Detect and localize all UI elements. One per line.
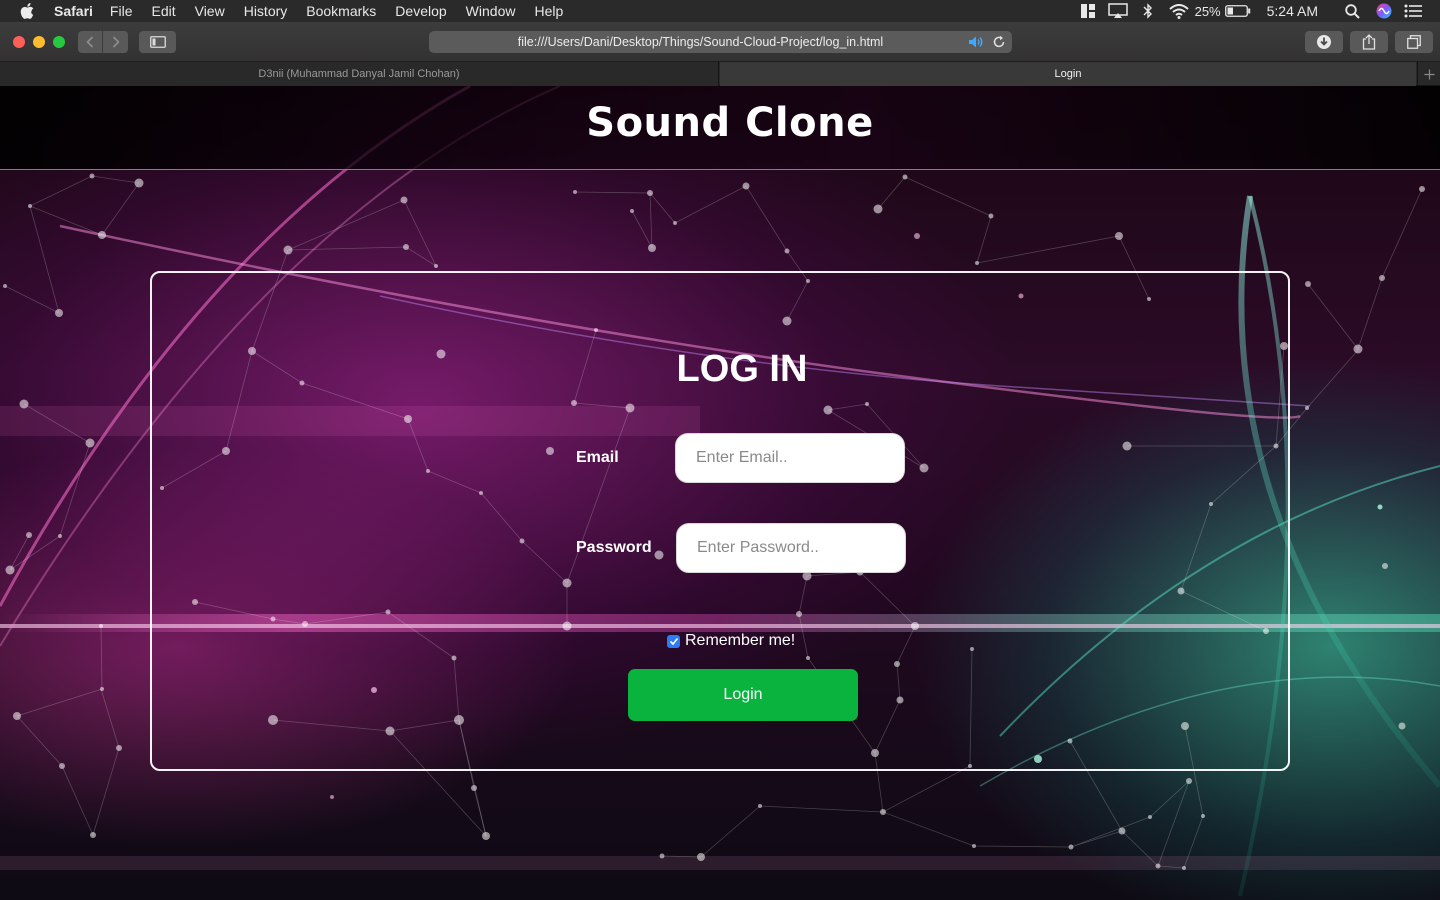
tab-label: D3nii (Muhammad Danyal Jamil Chohan) <box>258 68 460 80</box>
minimize-window-button[interactable] <box>33 36 45 48</box>
password-label: Password <box>576 539 652 556</box>
menu-bookmarks[interactable]: Bookmarks <box>306 3 376 19</box>
share-button[interactable] <box>1350 31 1388 53</box>
web-page: Sound Clone LOG IN Email Password Rememb… <box>0 86 1440 900</box>
checkmark-icon <box>669 637 678 645</box>
password-input[interactable] <box>676 523 906 573</box>
bluetooth-icon[interactable] <box>1133 0 1163 22</box>
tab-login[interactable]: Login <box>720 62 1416 86</box>
reload-icon[interactable] <box>992 35 1006 52</box>
forward-button[interactable] <box>103 31 128 53</box>
login-button[interactable]: Login <box>628 669 858 721</box>
menu-history[interactable]: History <box>244 3 288 19</box>
remember-me-label[interactable]: Remember me! <box>685 632 795 650</box>
download-icon <box>1317 35 1331 49</box>
menu-view[interactable]: View <box>195 3 225 19</box>
battery-icon[interactable] <box>1221 0 1255 22</box>
apple-icon[interactable] <box>20 3 38 19</box>
downloads-button[interactable] <box>1305 31 1343 53</box>
menu-file[interactable]: File <box>110 3 133 19</box>
site-header: Sound Clone <box>0 86 1440 170</box>
sidebar-toggle-button[interactable] <box>139 31 176 53</box>
tabs-overview-icon <box>1407 35 1421 49</box>
fullscreen-window-button[interactable] <box>53 36 65 48</box>
sidebar-icon <box>149 36 166 48</box>
tab-profile[interactable]: D3nii (Muhammad Danyal Jamil Chohan) <box>0 62 719 86</box>
address-bar[interactable]: file:///Users/Dani/Desktop/Things/Sound-… <box>429 31 1012 53</box>
window-layout-icon[interactable] <box>1073 0 1103 22</box>
browser-toolbar: file:///Users/Dani/Desktop/Things/Sound-… <box>0 22 1440 62</box>
menu-window[interactable]: Window <box>466 3 516 19</box>
chevron-right-icon <box>112 36 120 48</box>
menu-edit[interactable]: Edit <box>151 3 175 19</box>
history-navigation <box>78 31 128 53</box>
plus-icon <box>1424 69 1434 79</box>
share-icon <box>1362 34 1376 50</box>
airplay-icon[interactable] <box>1103 0 1133 22</box>
chevron-left-icon <box>86 36 94 48</box>
menu-help[interactable]: Help <box>534 3 563 19</box>
menu-bar: Safari File Edit View History Bookmarks … <box>0 0 1440 22</box>
email-label: Email <box>576 449 619 466</box>
email-input[interactable] <box>675 433 905 483</box>
remember-me-checkbox[interactable] <box>667 634 680 648</box>
clock[interactable]: 5:24 AM <box>1267 3 1318 19</box>
spotlight-search-icon[interactable] <box>1336 0 1368 22</box>
back-button[interactable] <box>78 31 103 53</box>
notification-center-icon[interactable] <box>1400 0 1426 22</box>
tab-label: Login <box>1054 68 1082 80</box>
login-heading: LOG IN <box>676 348 808 390</box>
menu-develop[interactable]: Develop <box>395 3 446 19</box>
new-tab-button[interactable] <box>1417 62 1440 86</box>
remember-me-option[interactable]: Remember me! <box>667 632 795 650</box>
battery-percent: 25% <box>1194 3 1221 19</box>
show-tabs-button[interactable] <box>1395 31 1433 53</box>
close-window-button[interactable] <box>13 36 25 48</box>
url-text[interactable]: file:///Users/Dani/Desktop/Things/Sound-… <box>518 35 883 49</box>
audio-playing-icon[interactable] <box>968 35 984 52</box>
menu-app-safari[interactable]: Safari <box>54 3 93 19</box>
wifi-icon[interactable] <box>1163 0 1195 22</box>
site-logo-title[interactable]: Sound Clone <box>0 100 1440 146</box>
tab-bar: D3nii (Muhammad Danyal Jamil Chohan) Log… <box>0 62 1440 86</box>
siri-icon[interactable] <box>1368 0 1400 22</box>
